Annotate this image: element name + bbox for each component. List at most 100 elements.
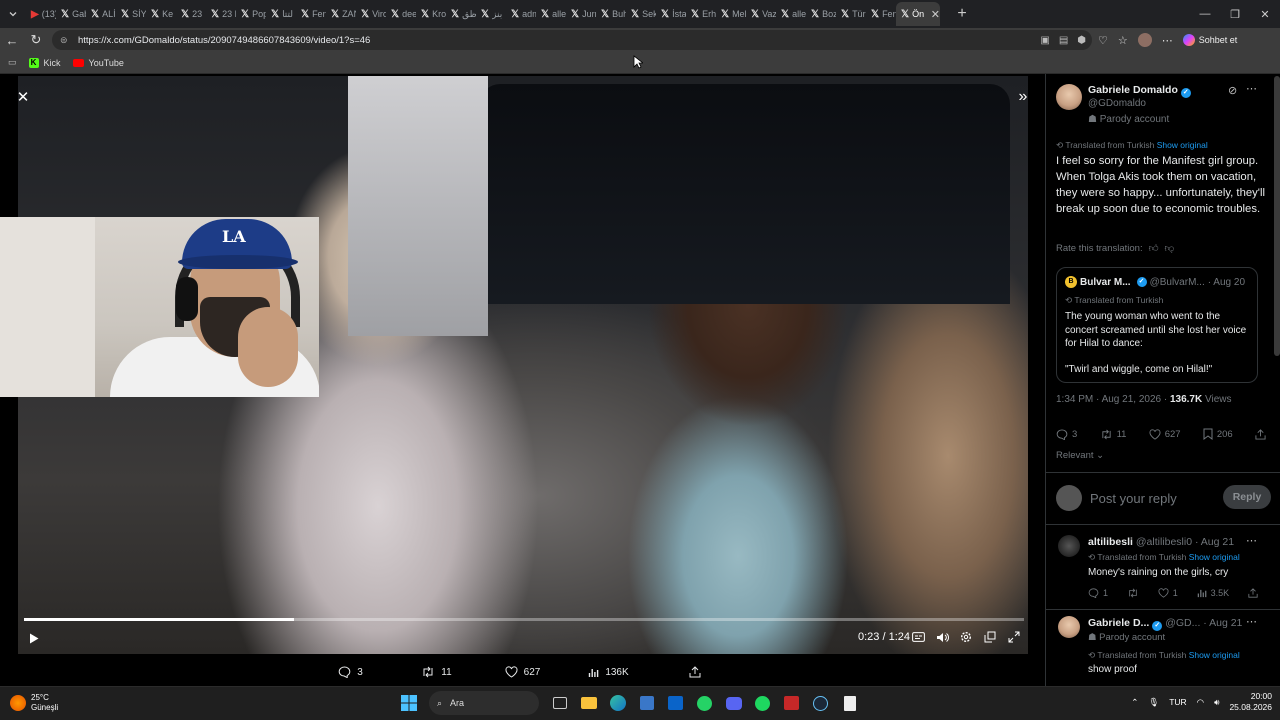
browser-tab[interactable]: 𝕏 23 [176,2,206,26]
sort-replies-dropdown[interactable]: Relevant ⌄ [1056,450,1104,461]
collapse-panel-button[interactable]: » [1014,88,1032,106]
edge-icon[interactable] [605,690,630,716]
browser-tab[interactable]: 𝕏Türk [836,2,866,26]
browser-tab[interactable]: 𝕏 ALİ [86,2,116,26]
app-icon[interactable] [779,690,804,716]
browser-tab[interactable]: 𝕏 Viro [356,2,386,26]
input-language[interactable]: TUR [1169,697,1186,707]
share-action[interactable] [652,666,738,678]
show-original-link[interactable]: Show original [1189,650,1240,660]
sidebar-toggle-icon[interactable]: ▭ [8,57,17,68]
browser-tab[interactable]: 𝕏 Erh [686,2,716,26]
browser-tab[interactable]: 𝕏 Fen [866,2,896,26]
views-action[interactable]: 136K [566,667,652,678]
favorites-icon[interactable]: ☆ [1118,34,1128,47]
new-tab-button[interactable]: + [952,5,972,23]
more-options-button[interactable]: ⋯ [1246,534,1257,547]
like-action[interactable]: 627 [480,666,566,678]
play-button[interactable] [26,630,42,646]
captions-button[interactable] [910,629,926,645]
file-explorer-icon[interactable] [576,690,601,716]
browser-tab[interactable]: 𝕏 ظق [446,2,476,26]
microphone-icon[interactable]: 🎙︎ [1148,697,1159,708]
more-options-button[interactable]: ⋯ [1246,82,1257,95]
thumbs-up-icon[interactable]: 👍︎ [1149,242,1159,254]
share-stat[interactable] [1248,588,1258,598]
reply-author-avatar[interactable] [1058,616,1080,638]
browser-tab[interactable]: 𝕏alle [536,2,566,26]
author-handle[interactable]: @GDomaldo [1088,98,1146,109]
site-info-icon[interactable]: ⊜ [60,35,70,46]
share-stat[interactable] [1255,428,1266,440]
browser-tab[interactable]: 𝕏 بنز [476,2,506,26]
store-icon[interactable] [634,690,659,716]
epic-games-icon[interactable] [837,690,862,716]
close-viewer-button[interactable]: ✕ [14,88,32,106]
show-original-link[interactable]: Show original [1157,140,1208,150]
whatsapp-icon[interactable] [692,690,717,716]
browser-tab[interactable]: 𝕏adm [506,2,536,26]
reader-icon[interactable]: ▤ [1059,35,1068,46]
fullscreen-button[interactable] [1006,629,1022,645]
discord-icon[interactable] [721,690,746,716]
browser-tab[interactable]: 𝕏 İsta [656,2,686,26]
browser-tab[interactable]: 𝕏 Sek [626,2,656,26]
reply-stat[interactable]: 3 [1056,428,1077,440]
pip-button[interactable] [982,629,998,645]
close-window-button[interactable]: ✕ [1250,0,1280,28]
tray-overflow-icon[interactable]: ⌃ [1131,697,1138,708]
browser-tab[interactable]: 𝕏 لتتا [266,2,296,26]
browser-tab[interactable]: 𝕏dee [386,2,416,26]
outlook-icon[interactable] [663,690,688,716]
steam-icon[interactable] [808,690,833,716]
task-view-icon[interactable] [547,690,572,716]
browser-tab[interactable]: ▶(13) [26,2,56,26]
taskbar-search[interactable]: ⌕ Ara [429,691,539,715]
show-original-link[interactable]: Show original [1189,552,1240,562]
views-stat[interactable]: 3.5K [1197,588,1229,598]
tab-actions-menu[interactable] [0,0,26,28]
clock[interactable]: 20:00 25.08.2026 [1229,691,1272,713]
browser-tab[interactable]: 𝕏 Fen [296,2,326,26]
browser-tab[interactable]: 𝕏 Ke [146,2,176,26]
reply-author-name[interactable]: altilibesli @altilibesli0 · Aug 21 [1088,536,1234,548]
repost-stat[interactable]: 11 [1100,428,1126,440]
author-name[interactable]: Gabriele Domaldo ✓ [1088,84,1191,98]
like-stat[interactable]: 1 [1158,588,1178,598]
browser-tab[interactable]: 𝕏 Pop [236,2,266,26]
browser-tab[interactable]: 𝕏23 E [206,2,236,26]
browser-tab[interactable]: 𝕏 Vaz [746,2,776,26]
browser-tab[interactable]: 𝕏 Boz [806,2,836,26]
reply-author-avatar[interactable] [1058,535,1080,557]
more-options-button[interactable]: ⋯ [1246,615,1257,628]
extension-icon[interactable]: ⬢ [1077,35,1086,46]
bookmark-kick[interactable]: K Kick [28,57,61,68]
grok-icon[interactable]: ⊘ [1228,84,1237,97]
wifi-icon[interactable]: ◠ [1197,697,1204,708]
author-avatar[interactable] [1056,84,1082,110]
more-menu-icon[interactable]: ⋯ [1162,34,1173,47]
reply-button[interactable]: Reply [1223,485,1271,509]
address-bar[interactable]: ⊜ https://x.com/GDomaldo/status/20907494… [52,30,1092,50]
video-progress-bar[interactable] [24,618,1024,621]
browser-tab[interactable]: 𝕏ZAN [326,2,356,26]
browser-tab[interactable]: 𝕏 Kro [416,2,446,26]
browser-tab[interactable]: 𝕏 Mel [716,2,746,26]
like-stat[interactable]: 627 [1149,428,1181,440]
reply-action[interactable]: 3 [308,666,394,678]
panel-scrollbar[interactable] [1274,76,1280,356]
repost-action[interactable]: 11 [394,666,480,678]
weather-widget[interactable]: 25°C Güneşli [10,693,58,713]
browser-tab[interactable]: 𝕏Gab [56,2,86,26]
repost-stat[interactable] [1127,588,1139,598]
volume-button[interactable] [934,629,950,645]
reply-stat[interactable]: 1 [1088,588,1108,598]
minimize-button[interactable]: — [1190,0,1220,28]
browser-tab[interactable]: 𝕏alle [776,2,806,26]
browser-tab[interactable]: 𝕏 Buh [596,2,626,26]
reload-button[interactable]: ↻ [24,28,48,52]
browser-tab[interactable]: 𝕏SİYA [116,2,146,26]
start-button[interactable] [396,690,421,716]
back-button[interactable]: ← [0,28,24,52]
split-screen-icon[interactable]: ▣ [1040,35,1049,46]
